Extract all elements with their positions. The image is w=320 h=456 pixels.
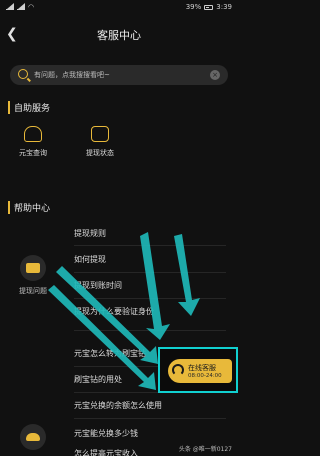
- question-item[interactable]: 元宝能兑换多少钱: [74, 428, 138, 439]
- page-title: 客服中心: [97, 29, 141, 42]
- self-service-title: 自助服务: [8, 101, 50, 114]
- arrow-shape: [140, 232, 170, 340]
- question-item[interactable]: 怎么提高元宝收入: [74, 448, 138, 456]
- question-item[interactable]: 如何提现: [74, 254, 106, 265]
- online-service-highlight: 在线客服 08:00-24:00: [158, 347, 238, 393]
- divider: [74, 272, 226, 273]
- divider: [74, 418, 226, 419]
- wifi-icon: ◠: [28, 3, 35, 11]
- search-bar[interactable]: ×: [10, 65, 228, 85]
- divider: [74, 298, 226, 299]
- headset-icon: [172, 364, 184, 376]
- search-input[interactable]: [34, 68, 204, 82]
- withdraw-status-button[interactable]: 提现状态: [78, 126, 122, 158]
- ingot-category-icon[interactable]: [20, 424, 46, 450]
- clock: 3:39: [216, 3, 232, 11]
- search-icon: [18, 69, 28, 79]
- withdraw-category-label[interactable]: 提现问题: [8, 286, 58, 296]
- header: ❮ 客服中心: [0, 20, 238, 50]
- question-item[interactable]: 提现为什么要验证身份: [74, 306, 154, 317]
- divider: [74, 245, 226, 246]
- divider: [74, 330, 226, 331]
- withdraw-status-label: 提现状态: [86, 149, 114, 157]
- signal-icon: [17, 3, 25, 10]
- online-service-label: 在线客服: [188, 364, 216, 372]
- clear-icon[interactable]: ×: [210, 70, 220, 80]
- online-service-hours: 08:00-24:00: [188, 373, 222, 379]
- help-center-title: 帮助中心: [8, 201, 50, 214]
- watermark: 头条 @唯一新0127: [178, 446, 232, 453]
- online-service-button[interactable]: 在线客服 08:00-24:00: [168, 359, 232, 383]
- battery-icon: [204, 4, 214, 10]
- status-bar: ◠ 39% 3:39: [0, 0, 238, 14]
- ingot-query-button[interactable]: 元宝查询: [11, 126, 55, 158]
- ingot-icon: [24, 126, 42, 142]
- arrow-shape: [174, 234, 200, 316]
- ingot-query-label: 元宝查询: [19, 149, 47, 157]
- question-item[interactable]: 元宝怎么转为刷宝钻: [74, 348, 146, 359]
- withdraw-category-icon[interactable]: [20, 255, 46, 281]
- ingot-icon: [26, 433, 40, 441]
- question-item[interactable]: 提现到账时间: [74, 280, 122, 291]
- card-icon: [26, 263, 40, 273]
- signal-icon: [6, 3, 14, 10]
- question-item[interactable]: 刷宝钻的用处: [74, 374, 122, 385]
- question-item[interactable]: 元宝兑换的余额怎么使用: [74, 400, 162, 411]
- wallet-icon: [91, 126, 109, 142]
- question-item[interactable]: 提现规则: [74, 228, 106, 239]
- battery-percent: 39%: [185, 3, 202, 11]
